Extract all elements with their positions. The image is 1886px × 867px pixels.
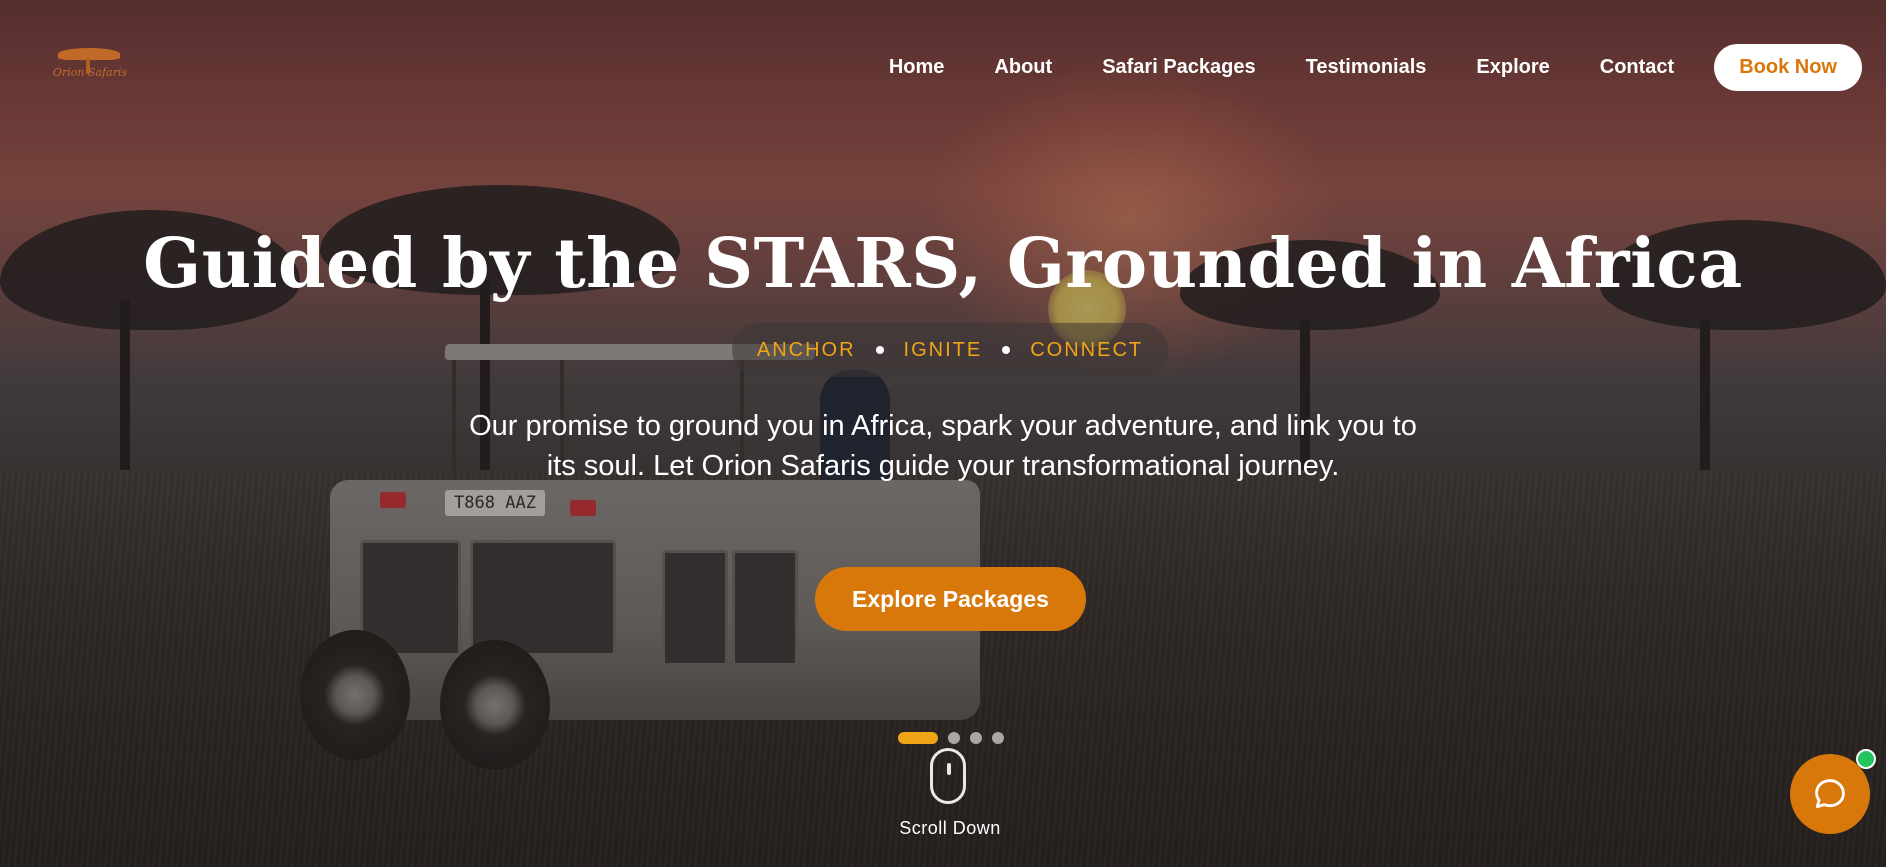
nav-link-about[interactable]: About [994,56,1052,79]
slide-indicators [898,732,1014,744]
mouse-icon[interactable] [930,748,966,804]
pillar-anchor: ANCHOR [756,338,856,361]
bullet-dot [875,346,884,354]
online-status-indicator [1856,749,1876,769]
nav-link-home[interactable]: Home [889,56,945,79]
nav-link-contact[interactable]: Contact [1600,56,1674,79]
nav-link-safari-packages[interactable]: Safari Packages [1102,56,1255,79]
scroll-down-label[interactable]: Scroll Down [0,818,1886,839]
slide-indicator-4[interactable] [992,732,1004,744]
chat-bubble-icon [1815,779,1845,809]
explore-packages-button[interactable]: Explore Packages [815,567,1086,631]
pillar-ignite: IGNITE [903,338,983,361]
bullet-dot [1002,346,1011,354]
nav-link-explore[interactable]: Explore [1476,56,1549,79]
nav-link-testimonials[interactable]: Testimonials [1306,56,1427,79]
main-nav: Home About Safari Packages Testimonials … [889,44,1862,91]
pillars-badge: ANCHOR IGNITE CONNECT [732,323,1168,377]
hero-section: T868 AAZ Orion Safaris Home About Safari… [0,0,1886,867]
slide-indicator-3[interactable] [970,732,982,744]
pillar-connect: CONNECT [1030,338,1144,361]
brand-logo[interactable]: Orion Safaris [50,46,130,86]
slide-indicator-2[interactable] [948,732,960,744]
slide-indicator-1[interactable] [898,732,938,744]
hero-tagline: Our promise to ground you in Africa, spa… [469,410,1417,482]
book-now-button[interactable]: Book Now [1714,44,1862,91]
logo-wordmark: Orion Safaris [52,66,128,79]
hero-headline: Guided by the STARS, Grounded in Africa [143,224,1743,304]
mouse-wheel [947,763,951,775]
